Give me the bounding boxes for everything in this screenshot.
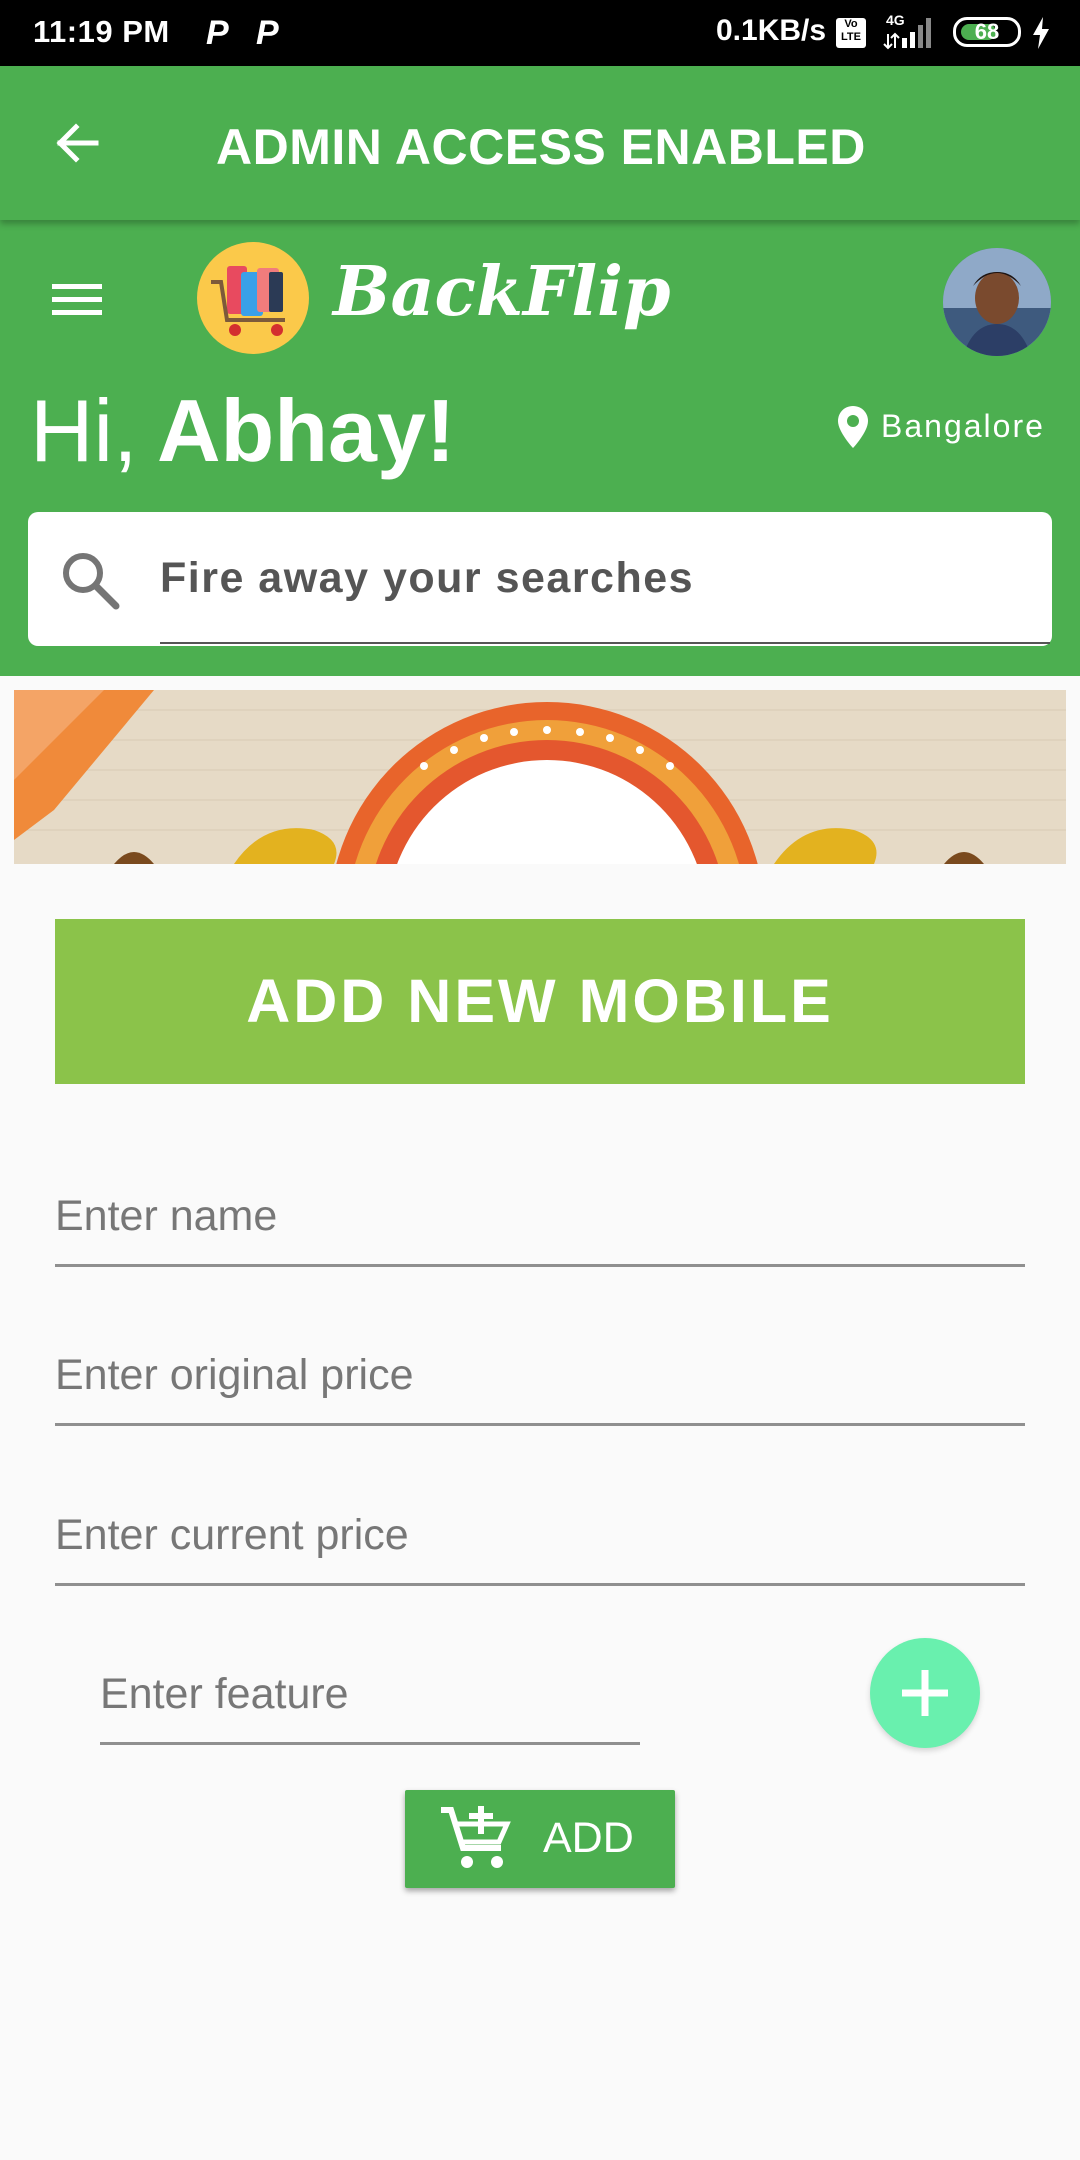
user-avatar[interactable] — [943, 248, 1051, 356]
admin-app-bar: ADMIN ACCESS ENABLED — [0, 66, 1080, 220]
name-input[interactable] — [55, 1165, 1025, 1267]
brand-logo — [197, 242, 309, 354]
volte-icon: Vo LTE — [836, 18, 866, 48]
app-header: BackFlip Hi, Abhay! Bangalore Fire away … — [0, 220, 1080, 676]
original-price-field[interactable] — [55, 1324, 1025, 1426]
battery-level: 68 — [974, 19, 1000, 44]
current-price-underline — [55, 1583, 1025, 1586]
arrow-back-icon[interactable] — [52, 118, 102, 168]
charging-icon — [1033, 17, 1049, 49]
status-bar: 11:19 PM P P 0.1KB/s Vo LTE 4G 68 — [0, 0, 1080, 66]
original-price-input[interactable] — [55, 1324, 1025, 1426]
search-bar[interactable]: Fire away your searches — [28, 512, 1052, 646]
feature-underline — [100, 1742, 640, 1745]
plus-icon — [902, 1670, 948, 1716]
current-price-field[interactable] — [55, 1484, 1025, 1586]
search-underline — [160, 642, 1050, 644]
network-speed: 0.1KB/s — [716, 14, 827, 47]
original-price-underline — [55, 1423, 1025, 1426]
name-underline — [55, 1264, 1025, 1267]
search-icon — [63, 553, 120, 610]
name-field[interactable] — [55, 1165, 1025, 1267]
hamburger-menu-icon[interactable] — [52, 280, 102, 320]
status-time: 11:19 PM — [33, 14, 170, 49]
location-text[interactable]: Bangalore — [881, 408, 1045, 445]
banner-image — [14, 690, 1066, 864]
admin-title: ADMIN ACCESS ENABLED — [216, 119, 866, 175]
signal-icon — [883, 18, 931, 50]
battery-icon: 68 — [953, 17, 1021, 47]
promo-banner[interactable] — [14, 690, 1066, 864]
search-placeholder[interactable]: Fire away your searches — [160, 554, 694, 603]
add-feature-button[interactable] — [870, 1638, 980, 1748]
shopping-cart-logo-icon — [211, 266, 285, 336]
add-button[interactable]: ADD — [405, 1790, 675, 1888]
profile-photo — [943, 248, 1051, 356]
current-price-input[interactable] — [55, 1484, 1025, 1586]
location-pin-icon — [838, 406, 868, 448]
greeting-hi: Hi, — [30, 381, 138, 480]
add-new-mobile-heading: ADD NEW MOBILE — [55, 919, 1025, 1084]
notification-p-icon: P — [206, 14, 229, 52]
feature-input[interactable] — [100, 1643, 640, 1745]
add-button-label: ADD — [543, 1814, 634, 1862]
greeting-name: Abhay! — [157, 381, 456, 480]
notification-p-icon: P — [256, 14, 279, 52]
feature-field[interactable] — [100, 1643, 640, 1745]
add-shopping-cart-icon — [441, 1806, 511, 1868]
brand-name: BackFlip — [333, 252, 671, 332]
